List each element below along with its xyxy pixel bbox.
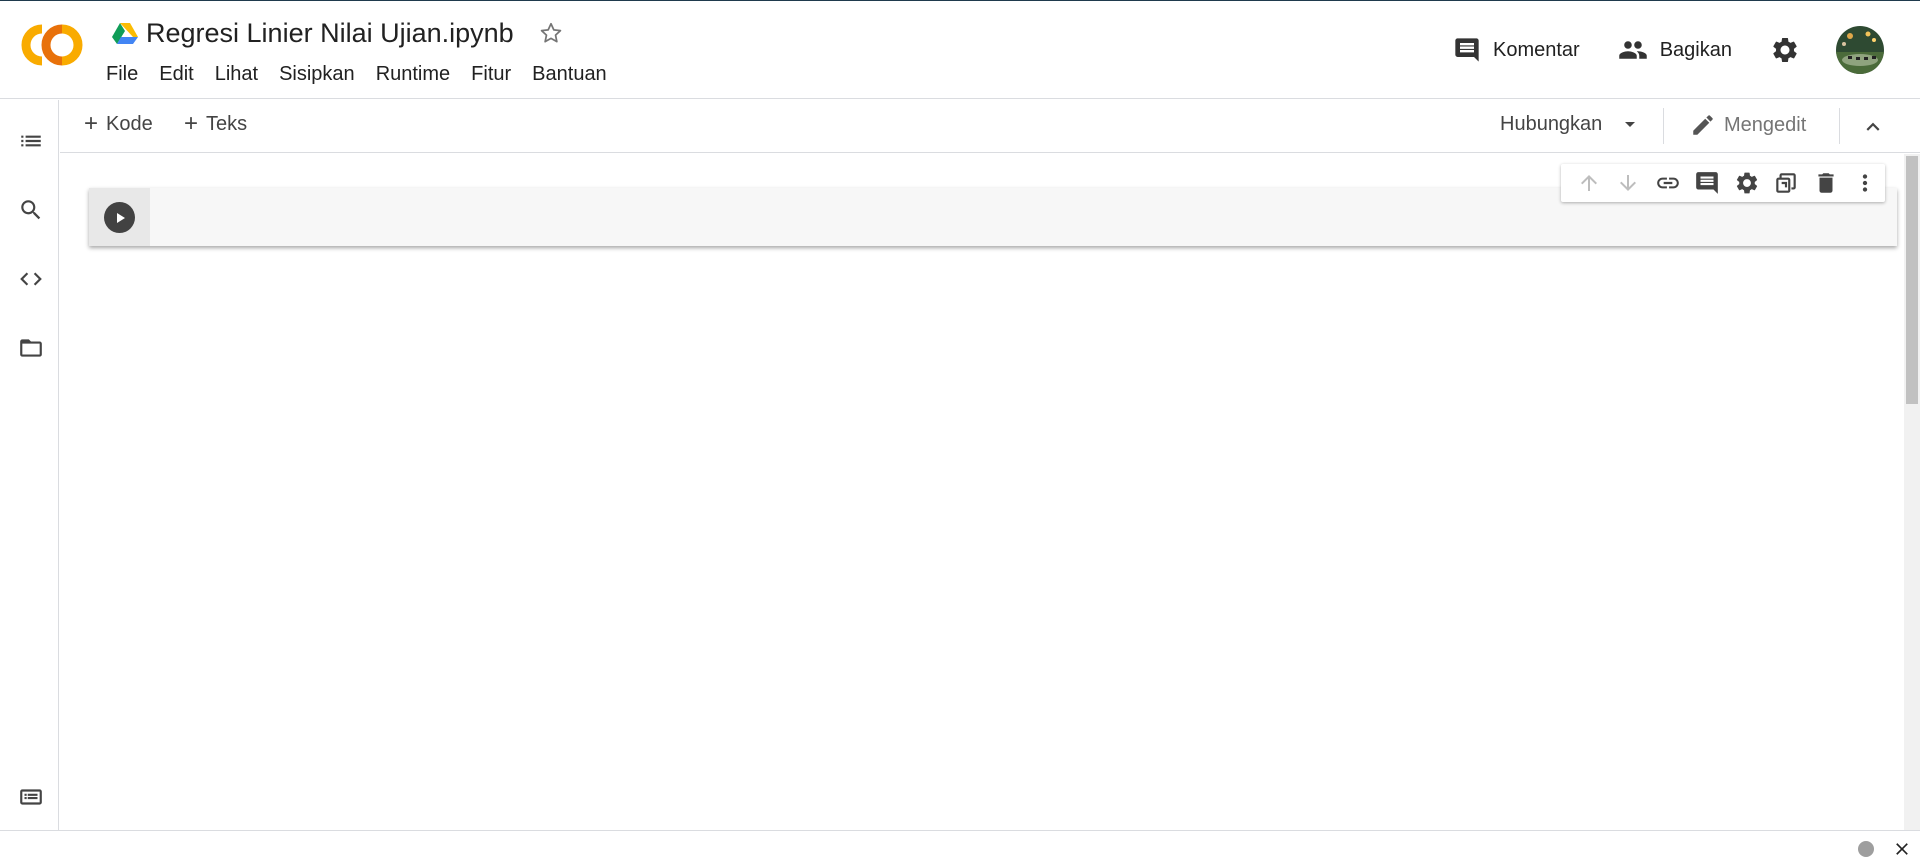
cell-gutter [89,188,150,246]
google-drive-icon[interactable] [112,22,138,44]
cell-settings-button[interactable] [1727,164,1767,202]
add-code-button[interactable]: + Kode [84,112,153,136]
left-sidebar [0,100,59,830]
menu-view[interactable]: Lihat [215,63,258,86]
plus-icon: + [84,110,99,137]
close-status-button[interactable] [1892,839,1912,864]
colab-logo[interactable] [20,23,84,67]
arrow-down-icon [1620,175,1637,191]
terminal-icon[interactable] [18,784,44,810]
notebook-title[interactable]: Regresi Linier Nilai Ujian.ipynb [146,18,514,49]
header-actions: Komentar Bagikan [1453,23,1920,77]
toolbar-divider [1663,108,1664,144]
comment-button[interactable]: Komentar [1453,36,1580,64]
menu-edit[interactable]: Edit [159,63,193,86]
run-cell-button[interactable] [104,202,135,233]
avatar[interactable] [1836,26,1884,74]
scrollbar-thumb[interactable] [1906,156,1918,404]
search-icon[interactable] [18,197,44,223]
comment-icon [1696,172,1719,194]
move-up-button[interactable] [1569,164,1609,202]
connect-label: Hubungkan [1500,112,1603,135]
menu-tools[interactable]: Fitur [471,63,511,86]
comment-icon [1455,38,1479,62]
runtime-status-indicator[interactable] [1858,841,1874,857]
gear-icon [1736,172,1757,194]
pencil-icon [1693,115,1713,135]
people-icon [1618,41,1647,59]
chevron-up-icon [1866,122,1880,131]
comment-label: Komentar [1493,38,1580,61]
toc-icon[interactable] [18,128,44,154]
folder-icon[interactable] [18,335,44,361]
settings-button[interactable] [1770,35,1800,65]
menu-file[interactable]: File [106,63,138,86]
play-icon [116,212,125,223]
chevron-down-icon [1625,122,1636,127]
mirror-cell-button[interactable] [1767,164,1807,202]
arrow-up-icon [1580,175,1597,191]
code-snippets-icon[interactable] [18,266,44,292]
gear-icon [1773,38,1797,62]
share-button[interactable]: Bagikan [1618,35,1732,65]
delete-cell-button[interactable] [1806,164,1846,202]
add-text-label: Teks [206,112,248,135]
menu-runtime[interactable]: Runtime [376,63,450,86]
star-icon[interactable] [538,20,564,46]
menu-bar: File Edit Lihat Sisipkan Runtime Fitur B… [106,63,628,86]
add-comment-button[interactable] [1688,164,1728,202]
link-icon [1656,177,1679,189]
copy-link-button[interactable] [1648,164,1688,202]
more-vert-icon [1863,174,1868,192]
cell-toolbar [1561,164,1885,202]
title-row: Regresi Linier Nilai Ujian.ipynb [112,17,564,49]
mirror-cell-icon [1776,173,1796,193]
delete-icon [1818,173,1834,193]
add-text-button[interactable]: + Teks [184,112,247,136]
add-code-label: Kode [106,112,153,135]
status-bar [0,830,1920,866]
connect-button[interactable]: Hubungkan [1500,112,1642,136]
collapse-header-button[interactable] [1860,114,1886,145]
app-header: Regresi Linier Nilai Ujian.ipynb File Ed… [0,1,1920,99]
menu-help[interactable]: Bantuan [532,63,607,86]
toolbar-divider [1839,108,1840,144]
close-icon [1896,843,1908,855]
more-options-button[interactable] [1846,164,1886,202]
move-down-button[interactable] [1609,164,1649,202]
menu-insert[interactable]: Sisipkan [279,63,355,86]
notebook-scrollbar[interactable] [1904,154,1920,830]
plus-icon: + [184,110,199,137]
avatar-image [1836,26,1884,74]
notebook-toolbar: + Kode + Teks Hubungkan Mengedit [60,100,1920,153]
editing-mode-button[interactable]: Mengedit [1690,112,1806,138]
share-label: Bagikan [1659,38,1732,61]
editing-label: Mengedit [1724,113,1807,136]
